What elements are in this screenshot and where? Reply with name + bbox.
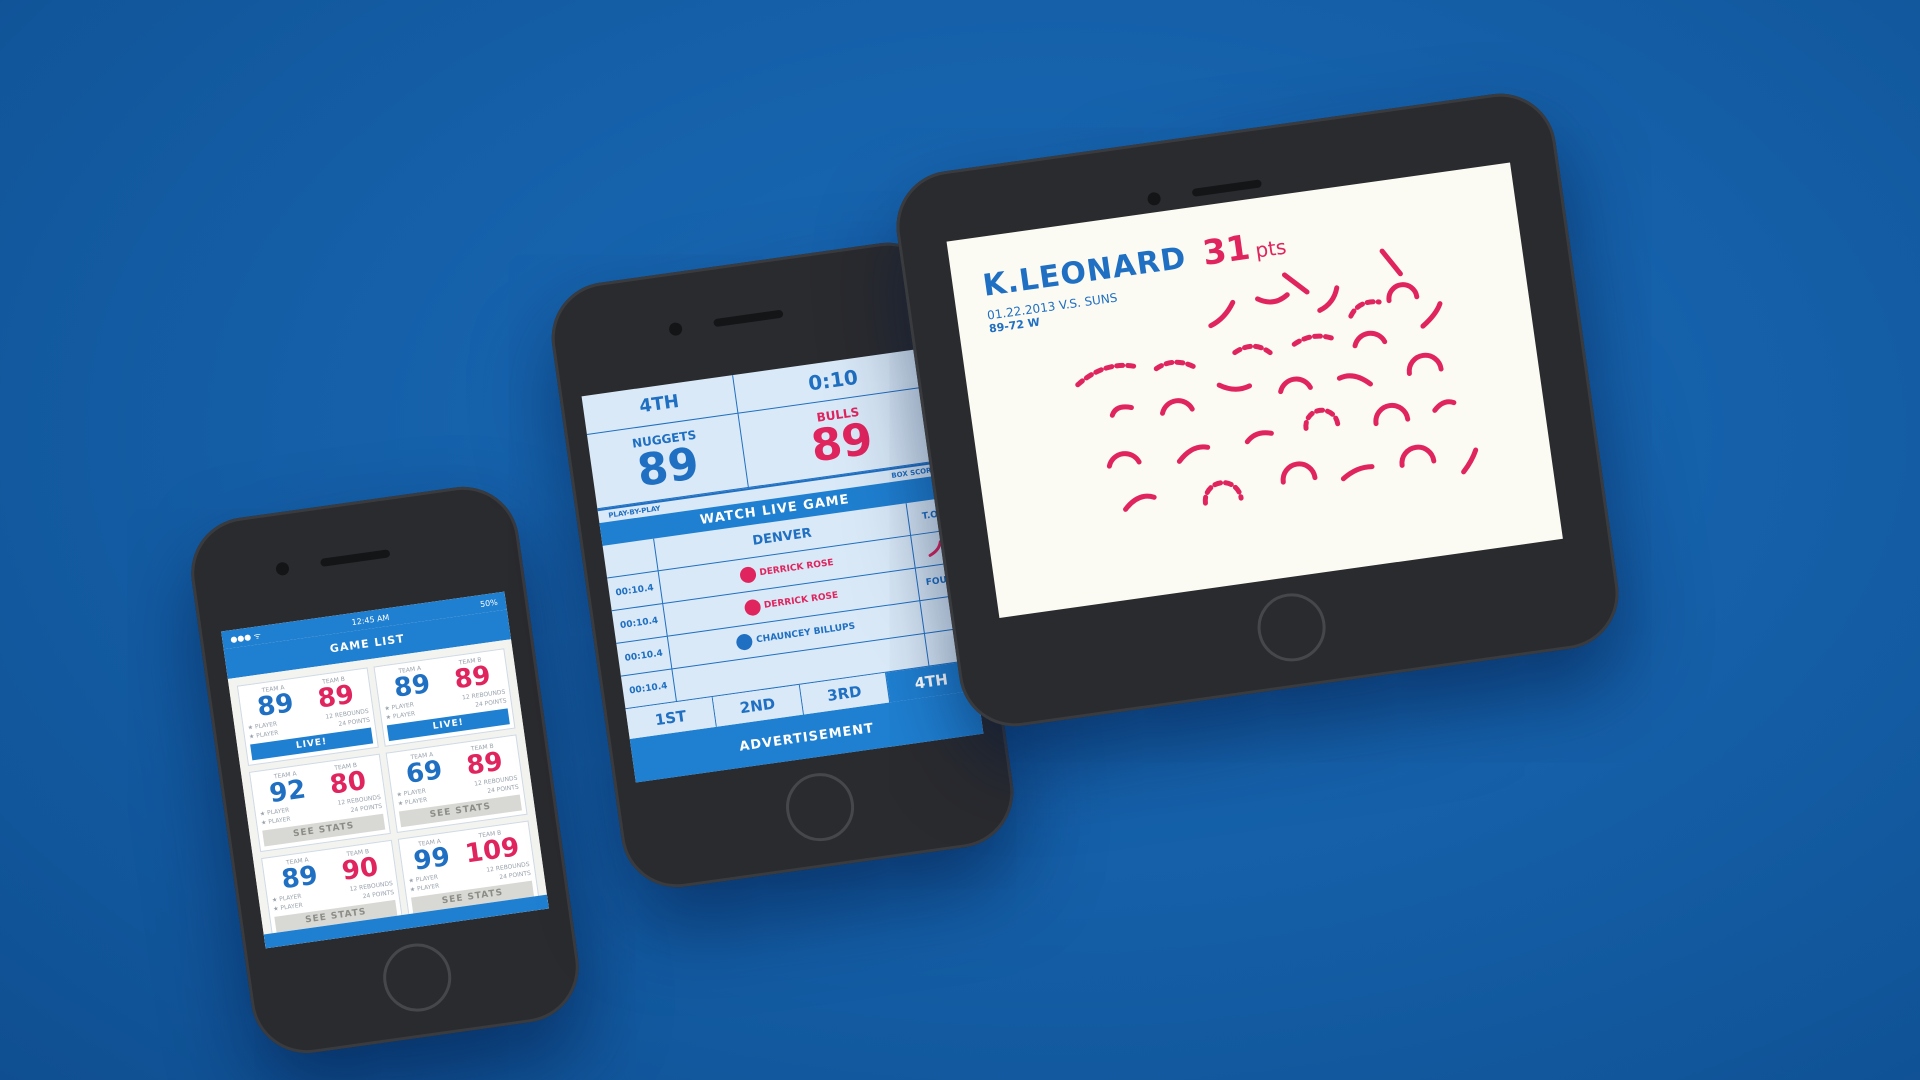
star-icon: ★ PLAYER xyxy=(397,796,428,808)
team-b-score: 89 xyxy=(464,746,505,782)
shot-mark xyxy=(1208,299,1236,329)
shot-mark xyxy=(1336,373,1373,387)
star-icon: ★ PLAYER xyxy=(385,710,416,722)
star-icon: ★ PLAYER xyxy=(248,729,279,741)
shot-mark xyxy=(1255,292,1290,305)
play-player-name: DERRICK ROSE xyxy=(763,590,839,611)
shot-mark xyxy=(1348,299,1382,319)
shot-mark xyxy=(1281,272,1310,295)
team-a: TEAM A 89 xyxy=(279,856,320,896)
shot-mark xyxy=(1379,248,1403,277)
player-label: PLAYER xyxy=(392,710,416,721)
player-avatar xyxy=(738,565,757,584)
shot-mark xyxy=(1232,343,1273,356)
player-label: PLAYER xyxy=(267,815,292,826)
shot-mark xyxy=(1420,301,1443,329)
play-player-name: CHAUNCEY BILLUPS xyxy=(755,621,856,646)
shot-mark xyxy=(1202,480,1244,506)
phone-game-list: ●●● ᯤ 12:45 AM 50% GAME LIST TEAM A 89 TEA… xyxy=(184,479,586,1061)
player-avatar xyxy=(735,633,754,652)
shot-mark xyxy=(1386,282,1420,304)
shot-mark xyxy=(1291,333,1337,347)
shot-mark xyxy=(1406,352,1444,377)
team-b-score: 89 xyxy=(315,679,356,715)
home-button[interactable] xyxy=(378,939,456,1016)
shot-mark xyxy=(1176,444,1211,464)
shot-mark xyxy=(1160,398,1195,416)
shot-mark xyxy=(1244,430,1274,445)
signal-icon: ●●● ᯤ xyxy=(229,630,262,644)
phone-player-stats: K.LEONARD 31 pts 01.22.2013 V.S. SUNS 89… xyxy=(889,86,1626,734)
shot-mark xyxy=(1278,376,1313,395)
team-b: TEAM B 90 xyxy=(339,847,381,887)
shot-mark xyxy=(1303,407,1341,431)
team-b: TEAM B 89 xyxy=(452,656,493,696)
star-icon: ★ PLAYER xyxy=(272,901,304,913)
team-b: TEAM B 109 xyxy=(463,827,521,869)
star-icon: ★ PLAYER xyxy=(409,882,440,894)
status-battery: 50% xyxy=(479,597,499,609)
team-b-score: 90 xyxy=(340,852,381,887)
shot-mark xyxy=(1317,285,1340,313)
shot-mark xyxy=(1280,461,1318,485)
speaker xyxy=(1191,179,1262,198)
camera xyxy=(275,561,290,577)
shot-mark xyxy=(1373,402,1411,427)
home-button[interactable] xyxy=(1252,589,1330,666)
shot-mark xyxy=(1106,451,1142,469)
team-b-score: 80 xyxy=(327,765,368,801)
team-a-score: 89 xyxy=(392,669,433,704)
team-b: TEAM B 89 xyxy=(315,675,356,715)
player-stats-screen: K.LEONARD 31 pts 01.22.2013 V.S. SUNS 89… xyxy=(946,162,1563,618)
shot-mark xyxy=(1075,362,1139,388)
team-b-score: 89 xyxy=(452,660,493,696)
shot-mark xyxy=(1352,330,1388,349)
game-card[interactable]: TEAM A 89 TEAM B 89 ★ PLAYER 12 REBOUNDS ★ PLA… xyxy=(373,648,516,747)
team-a: TEAM A 89 xyxy=(391,664,433,704)
camera xyxy=(1146,191,1161,207)
home-button[interactable] xyxy=(781,768,858,846)
speaker xyxy=(320,549,391,567)
shot-chart xyxy=(1075,248,1479,512)
team-a-score: 69 xyxy=(404,755,445,790)
shot-mark xyxy=(1216,382,1253,392)
game-list-screen: ●●● ᯤ 12:45 AM 50% GAME LIST TEAM A 89 TEA… xyxy=(221,591,549,949)
team-a: TEAM A 69 xyxy=(404,750,445,790)
team-b: TEAM B 80 xyxy=(327,761,368,801)
team-a-score: 92 xyxy=(267,774,308,810)
shot-mark xyxy=(1340,464,1375,482)
camera xyxy=(667,321,683,337)
team-a-score: 89 xyxy=(255,688,296,723)
game-card[interactable]: TEAM A 92 TEAM B 80 ★ PLAYER 12 REBOUNDS ★ PLA… xyxy=(248,753,391,853)
team-a: TEAM A 92 xyxy=(267,769,308,810)
shot-mark xyxy=(1461,447,1479,475)
player-label: PLAYER xyxy=(280,901,304,912)
star-icon: ★ PLAYER xyxy=(260,815,292,827)
player-label: PLAYER xyxy=(255,729,279,740)
shot-mark xyxy=(1399,444,1437,468)
shot-mark xyxy=(1153,359,1200,372)
team-a: TEAM A 89 xyxy=(255,683,296,723)
speaker xyxy=(712,309,784,328)
status-time: 12:45 AM xyxy=(350,612,390,627)
team-b: TEAM B 89 xyxy=(464,742,505,782)
team-a: TEAM A 99 xyxy=(411,837,452,877)
player-label: PLAYER xyxy=(404,796,428,807)
shot-mark xyxy=(1109,404,1134,418)
team-a-score: 99 xyxy=(411,841,452,877)
game-card[interactable]: TEAM A 69 TEAM B 89 ★ PLAYER 12 REBOUNDS ★ PLA… xyxy=(385,734,528,833)
shot-mark xyxy=(1123,493,1157,512)
player-label: PLAYER xyxy=(416,882,440,893)
play-player-name: DERRICK ROSE xyxy=(758,557,835,579)
game-card[interactable]: TEAM A 89 TEAM B 89 ★ PLAYER 12 REBOUNDS ★ PLA… xyxy=(236,667,379,767)
team-a-score: 89 xyxy=(279,860,320,896)
shot-mark xyxy=(1432,399,1457,413)
player-avatar xyxy=(743,598,762,617)
